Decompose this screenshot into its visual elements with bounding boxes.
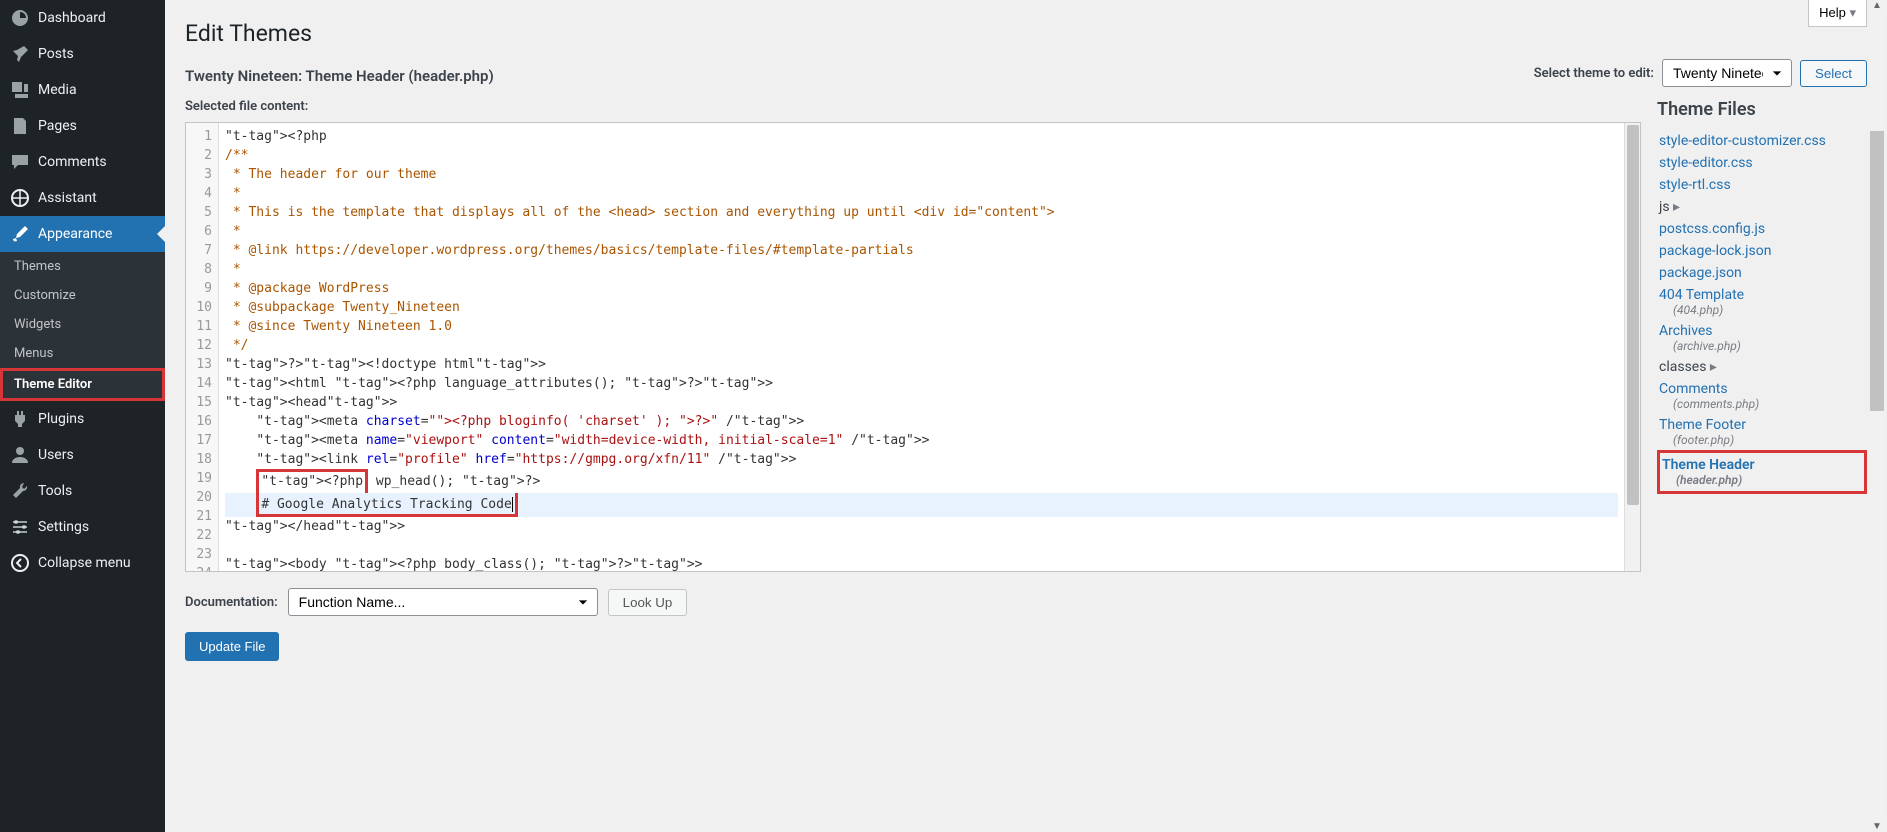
sidebar-item-label: Appearance <box>38 226 112 242</box>
submenu-themes[interactable]: Themes <box>0 252 165 281</box>
sidebar-item-appearance[interactable]: Appearance <box>0 216 165 252</box>
theme-files-panel: Theme Files style-editor-customizer.csss… <box>1657 99 1867 661</box>
submenu-menus[interactable]: Menus <box>0 339 165 368</box>
admin-sidebar: Dashboard Posts Media Pages Comments Ass… <box>0 0 165 832</box>
pin-icon <box>10 44 30 64</box>
comment-icon <box>10 152 30 172</box>
help-button[interactable]: Help <box>1808 0 1867 27</box>
theme-file-item[interactable]: classes <box>1657 356 1867 378</box>
sidebar-item-pages[interactable]: Pages <box>0 108 165 144</box>
sidebar-item-label: Users <box>38 447 74 463</box>
theme-files-heading: Theme Files <box>1657 99 1867 120</box>
documentation-row: Documentation: Function Name... Look Up <box>185 588 1641 616</box>
scroll-track[interactable] <box>1870 11 1884 821</box>
editor-scrollbar[interactable] <box>1624 123 1640 571</box>
function-name-select[interactable]: Function Name... <box>288 588 598 616</box>
wrench-icon <box>10 481 30 501</box>
brush-icon <box>10 224 30 244</box>
sidebar-item-label: Posts <box>38 46 74 62</box>
code-gutter: 123456789101112131415161718192021222324 <box>186 123 219 571</box>
sidebar-item-dashboard[interactable]: Dashboard <box>0 0 165 36</box>
sidebar-item-label: Dashboard <box>38 10 106 26</box>
plugin-icon <box>10 409 30 429</box>
sidebar-item-label: Collapse menu <box>38 555 131 571</box>
theme-file-item[interactable]: 404 Template(404.php) <box>1657 284 1867 320</box>
scroll-up-icon[interactable]: ▲ <box>1872 0 1882 11</box>
media-icon <box>10 80 30 100</box>
main-content: Help Edit Themes Twenty Nineteen: Theme … <box>165 0 1887 832</box>
theme-select[interactable]: Twenty Nineteen <box>1662 59 1792 87</box>
page-scrollbar[interactable]: ▲ ▼ <box>1869 0 1885 832</box>
collapse-icon <box>10 553 30 573</box>
submenu-widgets[interactable]: Widgets <box>0 310 165 339</box>
theme-file-item[interactable]: style-editor-customizer.css <box>1657 130 1867 152</box>
theme-file-item[interactable]: style-rtl.css <box>1657 174 1867 196</box>
sidebar-item-label: Pages <box>38 118 77 134</box>
documentation-label: Documentation: <box>185 595 278 610</box>
theme-file-item[interactable]: Theme Footer(footer.php) <box>1657 414 1867 450</box>
scroll-down-icon[interactable]: ▼ <box>1872 821 1882 832</box>
page-icon <box>10 116 30 136</box>
sidebar-item-label: Tools <box>38 483 72 499</box>
code-area[interactable]: "t-tag"><?php/** * The header for our th… <box>219 123 1624 571</box>
code-editor[interactable]: 123456789101112131415161718192021222324 … <box>185 122 1641 572</box>
appearance-submenu: Themes Customize Widgets Menus Theme Edi… <box>0 252 165 401</box>
sidebar-item-label: Settings <box>38 519 89 535</box>
theme-select-label: Select theme to edit: <box>1534 66 1654 81</box>
globe-icon <box>10 188 30 208</box>
lookup-button[interactable]: Look Up <box>608 589 688 616</box>
theme-file-item[interactable]: package-lock.json <box>1657 240 1867 262</box>
user-icon <box>10 445 30 465</box>
select-button[interactable]: Select <box>1800 60 1867 87</box>
settings-icon <box>10 517 30 537</box>
theme-selector: Select theme to edit: Twenty Nineteen Se… <box>1534 59 1867 87</box>
sidebar-item-posts[interactable]: Posts <box>0 36 165 72</box>
scroll-thumb[interactable] <box>1870 131 1884 411</box>
page-title: Edit Themes <box>185 20 1867 47</box>
sidebar-item-label: Comments <box>38 154 107 170</box>
theme-file-item[interactable]: style-editor.css <box>1657 152 1867 174</box>
update-file-button[interactable]: Update File <box>185 632 279 661</box>
sidebar-item-label: Plugins <box>38 411 84 427</box>
theme-file-item[interactable]: Archives(archive.php) <box>1657 320 1867 356</box>
submenu-theme-editor[interactable]: Theme Editor <box>0 368 165 401</box>
sidebar-item-label: Media <box>38 82 77 98</box>
sidebar-item-settings[interactable]: Settings <box>0 509 165 545</box>
theme-file-item[interactable]: package.json <box>1657 262 1867 284</box>
sidebar-item-assistant[interactable]: Assistant <box>0 180 165 216</box>
theme-file-item[interactable]: postcss.config.js <box>1657 218 1867 240</box>
sidebar-item-users[interactable]: Users <box>0 437 165 473</box>
sidebar-item-label: Assistant <box>38 190 97 206</box>
selected-file-label: Selected file content: <box>185 99 1641 114</box>
sidebar-item-collapse[interactable]: Collapse menu <box>0 545 165 581</box>
sidebar-item-tools[interactable]: Tools <box>0 473 165 509</box>
theme-file-item[interactable]: js <box>1657 196 1867 218</box>
scrollbar-thumb[interactable] <box>1627 125 1639 505</box>
submenu-customize[interactable]: Customize <box>0 281 165 310</box>
theme-file-item[interactable]: Comments(comments.php) <box>1657 378 1867 414</box>
sidebar-item-media[interactable]: Media <box>0 72 165 108</box>
sidebar-item-plugins[interactable]: Plugins <box>0 401 165 437</box>
theme-file-item[interactable]: Theme Header(header.php) <box>1657 450 1867 494</box>
sidebar-item-comments[interactable]: Comments <box>0 144 165 180</box>
dashboard-icon <box>10 8 30 28</box>
theme-files-list: style-editor-customizer.cssstyle-editor.… <box>1657 130 1867 494</box>
